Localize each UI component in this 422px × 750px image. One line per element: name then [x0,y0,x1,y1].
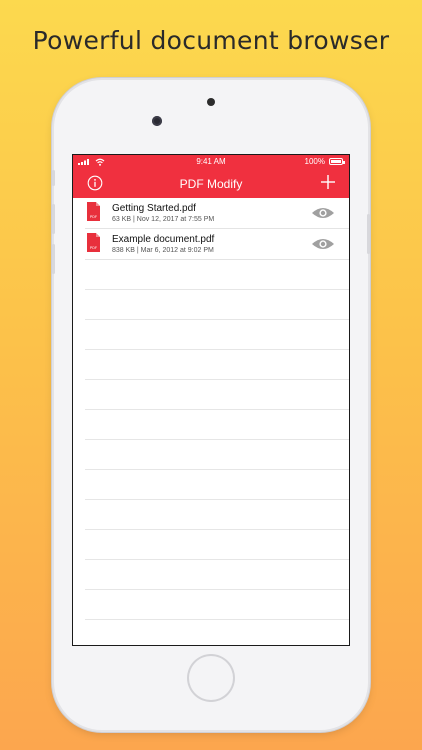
eye-icon[interactable] [311,238,335,250]
phone-side-button [52,244,55,274]
phone-side-button [52,170,55,186]
home-button[interactable] [189,656,233,700]
empty-row [85,380,349,410]
navigation-bar: PDF Modify [73,169,349,198]
pdf-file-icon: PDF [87,233,100,252]
eye-icon[interactable] [311,207,335,219]
headline: Powerful document browser [32,26,390,55]
empty-row [85,290,349,320]
phone-side-button [367,214,370,254]
battery-icon [329,158,345,165]
front-camera [152,116,162,126]
file-meta: 63 KB | Nov 12, 2017 at 7:55 PM [112,216,215,223]
pdf-file-icon: PDF [87,202,100,221]
file-meta: 838 KB | Mar 6, 2012 at 9:02 PM [112,247,214,254]
battery-percent: 100% [304,157,325,166]
empty-row [85,500,349,530]
empty-row [85,620,349,645]
file-name: Getting Started.pdf [112,203,196,214]
file-list: PDF Getting Started.pdf 63 KB | Nov 12, 20… [73,198,349,645]
top-bar: 9:41 AM 100% PDF Modify [73,155,349,198]
status-bar: 9:41 AM 100% [73,155,349,169]
pdf-icon-label: PDF [90,246,98,250]
empty-row [85,350,349,380]
file-row[interactable]: PDF Getting Started.pdf 63 KB | Nov 12, 20… [85,198,349,229]
app-screen: 9:41 AM 100% PDF Modify PDF Getting Start… [72,154,350,646]
empty-row [85,410,349,440]
empty-row [85,530,349,560]
file-row[interactable]: PDF Example document.pdf 838 KB | Mar 6, 2… [85,229,349,260]
empty-row [85,260,349,290]
earpiece [207,98,215,106]
page-title: PDF Modify [179,177,243,191]
battery-level [331,160,341,163]
pdf-icon-label: PDF [90,215,98,219]
empty-row [85,590,349,620]
phone-side-button [52,204,55,234]
empty-row [85,320,349,350]
file-name: Example document.pdf [112,234,215,245]
empty-row [85,440,349,470]
empty-row [85,560,349,590]
empty-row [85,470,349,500]
plus-icon[interactable] [319,173,337,191]
